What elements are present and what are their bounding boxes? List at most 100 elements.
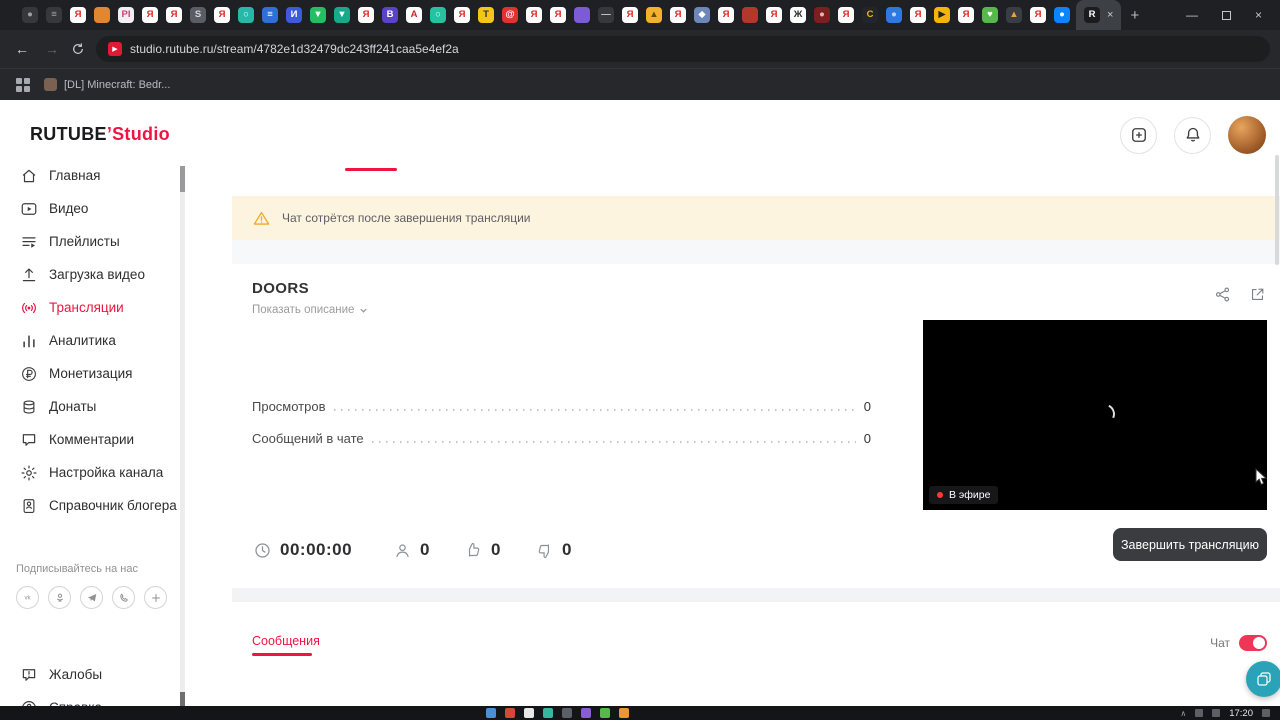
browser-tab[interactable]: Я	[666, 0, 690, 30]
browser-tab[interactable]: ●	[18, 0, 42, 30]
rutube-studio-logo[interactable]: RUTUBE’Studio	[30, 124, 170, 145]
more-social-icon[interactable]	[144, 586, 167, 609]
share-icon[interactable]	[1214, 286, 1231, 303]
window-close-button[interactable]: ×	[1255, 8, 1262, 22]
sidebar-item-blogger-guide[interactable]: Справочник блогера	[0, 489, 180, 522]
sidebar-item-upload[interactable]: Загрузка видео	[0, 258, 180, 291]
browser-tab[interactable]: A	[402, 0, 426, 30]
viber-icon[interactable]	[112, 586, 135, 609]
browser-tab[interactable]: ◆	[690, 0, 714, 30]
window-maximize-button[interactable]	[1221, 10, 1231, 20]
end-stream-button[interactable]: Завершить трансляцию	[1113, 528, 1267, 561]
taskbar-app-icon[interactable]	[619, 708, 629, 718]
page-scrollbar-thumb[interactable]	[1275, 155, 1279, 265]
browser-tab[interactable]: ≡	[258, 0, 282, 30]
tiles-icon[interactable]	[16, 77, 30, 92]
sidebar-item-complaints[interactable]: Жалобы	[0, 658, 190, 691]
sidebar-item-videos[interactable]: Видео	[0, 192, 180, 225]
browser-tab[interactable]: Я	[834, 0, 858, 30]
sidebar-item-donations[interactable]: Донаты	[0, 390, 180, 423]
browser-tab[interactable]: ○	[426, 0, 450, 30]
notifications-button[interactable]	[1174, 116, 1211, 154]
browser-tab[interactable]: ≡	[42, 0, 66, 30]
browser-tab[interactable]: PI	[114, 0, 138, 30]
taskbar-app-icon[interactable]	[505, 708, 515, 718]
browser-tab[interactable]: И	[282, 0, 306, 30]
browser-tab[interactable]: Я	[162, 0, 186, 30]
taskbar-clock[interactable]: 17:20	[1229, 708, 1253, 719]
notification-icon[interactable]	[1262, 709, 1270, 717]
reload-icon[interactable]	[70, 41, 86, 57]
browser-tab[interactable]: ▲	[642, 0, 666, 30]
browser-tab[interactable]	[570, 0, 594, 30]
browser-tab[interactable]: Я	[1026, 0, 1050, 30]
sidebar-scrollbar[interactable]	[180, 166, 185, 708]
browser-tab[interactable]: ▶	[930, 0, 954, 30]
browser-tab[interactable]: C	[858, 0, 882, 30]
scrollbar-thumb[interactable]	[180, 166, 185, 192]
browser-tab[interactable]: Я	[450, 0, 474, 30]
browser-tab[interactable]	[90, 0, 114, 30]
browser-tab[interactable]: ●	[810, 0, 834, 30]
bookmark-item[interactable]: [DL] Minecraft: Bedr...	[44, 78, 170, 91]
ok-icon[interactable]	[48, 586, 71, 609]
browser-tab[interactable]: B	[378, 0, 402, 30]
sidebar-item-monetization[interactable]: Монетизация	[0, 357, 180, 390]
browser-tab[interactable]: Я	[354, 0, 378, 30]
vk-icon[interactable]: vk	[16, 586, 39, 609]
browser-tab[interactable]: ▲	[1002, 0, 1026, 30]
browser-tab[interactable]: S	[186, 0, 210, 30]
tab-messages[interactable]: Сообщения	[252, 634, 320, 648]
browser-tab[interactable]: Я	[762, 0, 786, 30]
tray-icon[interactable]	[1195, 709, 1204, 717]
chat-toggle[interactable]	[1239, 635, 1267, 651]
browser-tab[interactable]: Я	[66, 0, 90, 30]
back-icon[interactable]: ←	[10, 41, 34, 57]
window-minimize-button[interactable]: —	[1186, 8, 1198, 22]
browser-tab[interactable]: Я	[714, 0, 738, 30]
browser-tab[interactable]: @	[498, 0, 522, 30]
support-chat-button[interactable]	[1246, 661, 1280, 697]
taskbar-app-icon[interactable]	[543, 708, 553, 718]
stream-player[interactable]: В эфире	[923, 320, 1267, 510]
sidebar-item-analytics[interactable]: Аналитика	[0, 324, 180, 357]
browser-tab[interactable]: ▼	[306, 0, 330, 30]
browser-tab[interactable]	[738, 0, 762, 30]
url-bar[interactable]: ▶ studio.rutube.ru/stream/4782e1d32479dc…	[96, 36, 1270, 62]
new-tab-button[interactable]: +	[1121, 7, 1148, 24]
browser-tab[interactable]: ▼	[330, 0, 354, 30]
browser-tab[interactable]: ○	[234, 0, 258, 30]
taskbar-app-icon[interactable]	[562, 708, 572, 718]
browser-tab[interactable]: Я	[546, 0, 570, 30]
browser-tab[interactable]: ●	[1050, 0, 1074, 30]
browser-tab[interactable]: Я	[138, 0, 162, 30]
tray-icon[interactable]	[1212, 709, 1221, 717]
taskbar-app-icon[interactable]	[524, 708, 534, 718]
taskbar-app-icon[interactable]	[600, 708, 610, 718]
tab-close-icon[interactable]: ×	[1107, 9, 1113, 21]
telegram-icon[interactable]	[80, 586, 103, 609]
taskbar-app-icon[interactable]	[486, 708, 496, 718]
avatar[interactable]	[1228, 116, 1266, 154]
browser-tab[interactable]: Я	[954, 0, 978, 30]
browser-tab-active[interactable]: R ×	[1076, 0, 1122, 30]
browser-tab[interactable]: T	[474, 0, 498, 30]
browser-tab[interactable]: Я	[522, 0, 546, 30]
sidebar-item-channel-settings[interactable]: Настройка канала	[0, 456, 180, 489]
browser-tab[interactable]: Я	[210, 0, 234, 30]
browser-tab[interactable]: —	[594, 0, 618, 30]
taskbar-app-icon[interactable]	[581, 708, 591, 718]
sidebar-item-playlists[interactable]: Плейлисты	[0, 225, 180, 258]
create-video-button[interactable]	[1120, 116, 1157, 154]
sidebar-item-streams[interactable]: Трансляции	[0, 291, 180, 324]
browser-tab[interactable]: ●	[882, 0, 906, 30]
browser-tab[interactable]: Я	[618, 0, 642, 30]
sidebar-item-comments[interactable]: Комментарии	[0, 423, 180, 456]
show-description-toggle[interactable]: Показать описание	[252, 304, 368, 316]
browser-tab[interactable]: ♥	[978, 0, 1002, 30]
browser-tab[interactable]: Ж	[786, 0, 810, 30]
forward-icon[interactable]: →	[40, 41, 64, 57]
tray-caret-icon[interactable]: ∧	[1180, 709, 1186, 718]
sidebar-item-home[interactable]: Главная	[0, 159, 180, 192]
open-in-new-icon[interactable]	[1249, 286, 1266, 303]
